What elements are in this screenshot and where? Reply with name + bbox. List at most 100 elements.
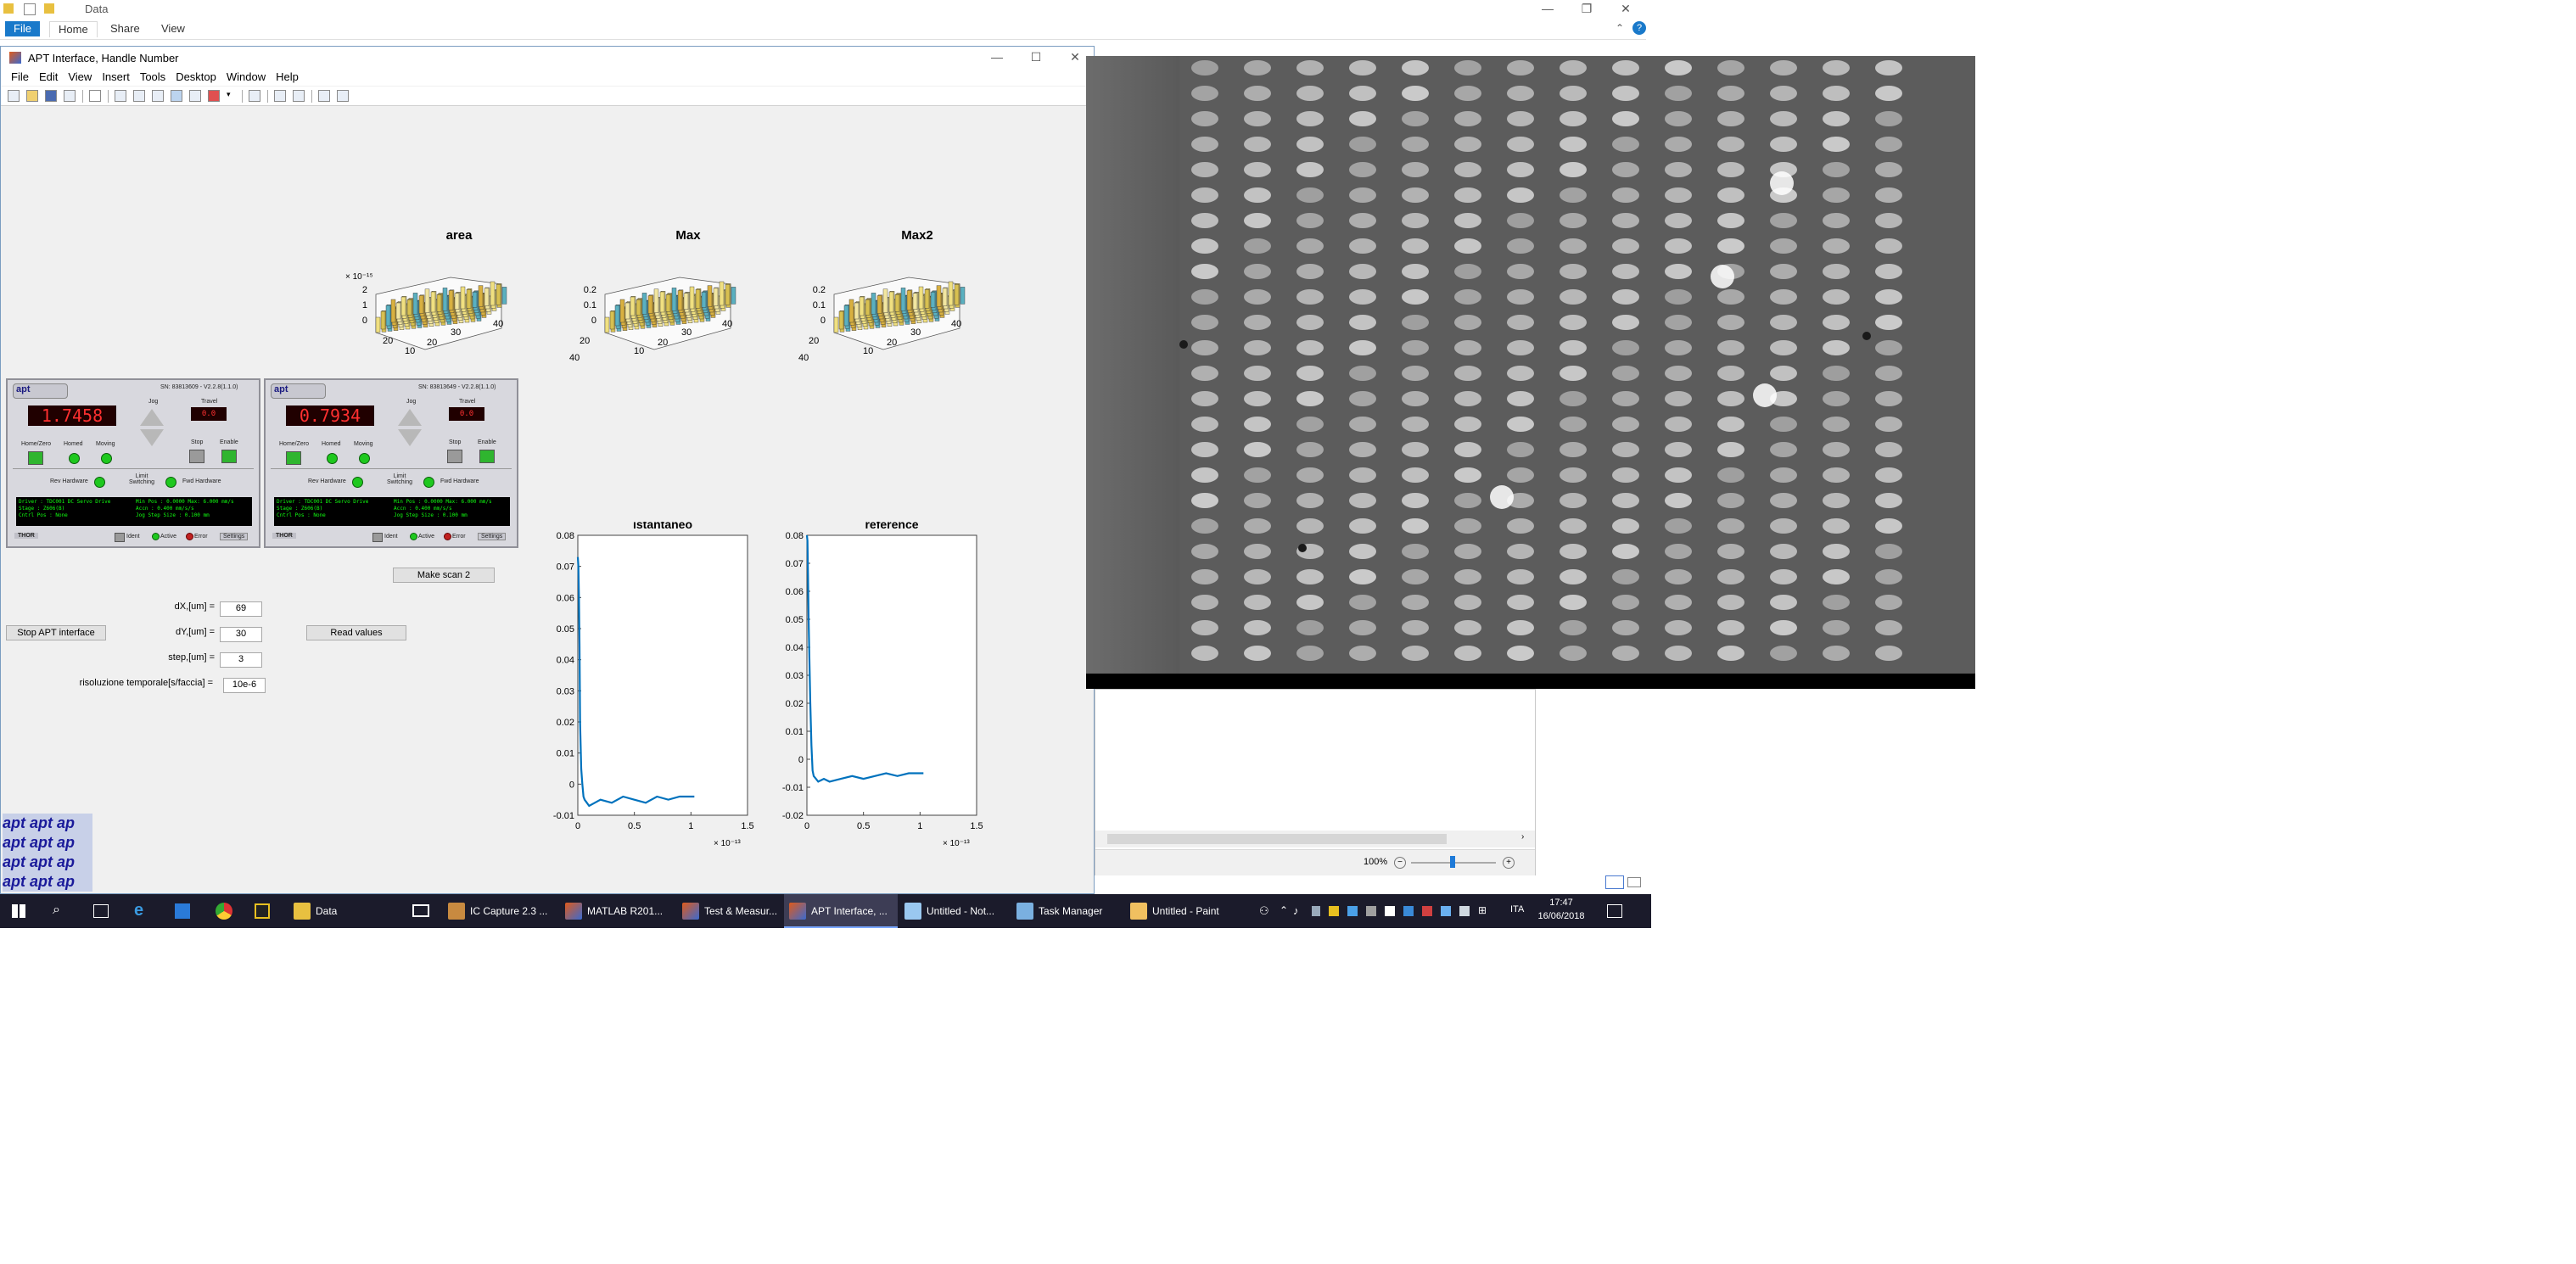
- zoom-out-icon[interactable]: −: [1394, 857, 1406, 869]
- taskbar-item-ic-capture[interactable]: IC Capture 2.3 ...: [443, 894, 557, 928]
- jog-down-icon[interactable]: [140, 429, 164, 446]
- action-center-icon[interactable]: [1607, 904, 1622, 918]
- close-icon[interactable]: ✕: [1616, 2, 1636, 16]
- search-icon[interactable]: ⌕: [53, 903, 60, 918]
- task-view-icon[interactable]: [93, 904, 109, 918]
- new-figure-icon[interactable]: [8, 90, 20, 102]
- open-file-icon[interactable]: [26, 90, 38, 102]
- chrome-icon[interactable]: [216, 903, 232, 920]
- edit-plot-icon[interactable]: [89, 90, 101, 102]
- clock-date[interactable]: 16/06/2018: [1536, 911, 1587, 921]
- tray-icon-9[interactable]: [1459, 906, 1470, 916]
- scroll-right-icon[interactable]: ›: [1521, 832, 1524, 842]
- edge-icon[interactable]: e: [134, 901, 143, 920]
- menu-help[interactable]: Help: [271, 69, 304, 86]
- taskbar-item-data[interactable]: Data: [288, 894, 390, 928]
- clock-time[interactable]: 17:47: [1536, 898, 1587, 908]
- taskbar-item-test-measurement[interactable]: Test & Measur...: [677, 894, 791, 928]
- taskbar-item-apt-interface[interactable]: APT Interface, ...: [784, 894, 898, 928]
- network-icon[interactable]: ⊞: [1478, 904, 1487, 916]
- jog-down-icon[interactable]: [398, 429, 422, 446]
- stop-button[interactable]: [189, 450, 204, 463]
- save-icon[interactable]: [45, 90, 57, 102]
- menu-tools[interactable]: Tools: [135, 69, 171, 86]
- enable-button[interactable]: [479, 450, 495, 463]
- paint-hscrollbar[interactable]: ›: [1095, 831, 1535, 847]
- read-values-button[interactable]: Read values: [306, 625, 406, 640]
- tray-icon-3[interactable]: [1347, 906, 1358, 916]
- brush-icon[interactable]: [208, 90, 220, 102]
- help-icon[interactable]: ?: [1632, 21, 1646, 35]
- enable-button[interactable]: [221, 450, 237, 463]
- tab-share[interactable]: Share: [102, 21, 148, 36]
- jog-up-icon[interactable]: [140, 409, 164, 426]
- taskbar-item-notepad[interactable]: Untitled - Not...: [899, 894, 1013, 928]
- pan-icon[interactable]: [152, 90, 164, 102]
- new-folder-icon[interactable]: [44, 3, 54, 14]
- insert-colorbar-icon[interactable]: [274, 90, 286, 102]
- dy-input[interactable]: 30: [220, 627, 262, 642]
- menu-file[interactable]: File: [6, 69, 34, 86]
- menu-window[interactable]: Window: [221, 69, 271, 86]
- people-icon[interactable]: ⚇: [1259, 904, 1269, 918]
- language-indicator[interactable]: ITA: [1510, 904, 1524, 914]
- rotate-3d-icon[interactable]: [171, 90, 182, 102]
- mail-icon[interactable]: [412, 904, 429, 917]
- zoom-out-icon[interactable]: [133, 90, 145, 102]
- print-icon[interactable]: [64, 90, 76, 102]
- tray-icon-5[interactable]: [1385, 906, 1395, 916]
- dx-input[interactable]: 69: [220, 601, 262, 617]
- home-zero-button[interactable]: [286, 451, 301, 465]
- link-plot-icon[interactable]: [249, 90, 260, 102]
- start-icon[interactable]: [12, 904, 25, 918]
- image-spot: [1454, 213, 1481, 228]
- tab-view[interactable]: View: [153, 21, 193, 36]
- tray-chevron-icon[interactable]: ⌃: [1280, 904, 1288, 916]
- zoom-slider-thumb[interactable]: [1450, 856, 1455, 868]
- taskbar-item-paint[interactable]: Untitled - Paint: [1125, 894, 1244, 928]
- stop-button[interactable]: [447, 450, 462, 463]
- restore-icon[interactable]: ❐: [1576, 2, 1597, 16]
- menu-desktop[interactable]: Desktop: [171, 69, 221, 86]
- view-details-icon[interactable]: [1605, 875, 1624, 889]
- taskbar-item-matlab[interactable]: MATLAB R201...: [560, 894, 674, 928]
- properties-icon[interactable]: [24, 3, 36, 15]
- zoom-in-icon[interactable]: +: [1503, 857, 1515, 869]
- view-large-icons-icon[interactable]: [1627, 877, 1641, 887]
- menu-view[interactable]: View: [63, 69, 97, 86]
- tray-icon-8[interactable]: [1441, 906, 1451, 916]
- volume-icon[interactable]: ♪: [1293, 904, 1299, 917]
- taskbar-item-task-manager[interactable]: Task Manager: [1011, 894, 1125, 928]
- tray-icon-6[interactable]: [1403, 906, 1414, 916]
- data-cursor-icon[interactable]: [189, 90, 201, 102]
- tray-icon-1[interactable]: [1312, 906, 1320, 916]
- stop-apt-button[interactable]: Stop APT interface: [6, 625, 106, 640]
- apt-settings-button[interactable]: Settings: [478, 533, 507, 540]
- zoom-in-icon[interactable]: [115, 90, 126, 102]
- figure-close-icon[interactable]: ✕: [1065, 50, 1085, 64]
- step-input[interactable]: 3: [220, 652, 262, 668]
- insert-legend-icon[interactable]: [293, 90, 305, 102]
- tab-file[interactable]: File: [5, 21, 40, 36]
- menu-insert[interactable]: Insert: [97, 69, 135, 86]
- scrollbar-thumb[interactable]: [1107, 834, 1447, 844]
- show-plot-tools-icon[interactable]: [337, 90, 349, 102]
- figure-minimize-icon[interactable]: —: [987, 50, 1007, 64]
- hide-plot-tools-icon[interactable]: [318, 90, 330, 102]
- ribbon-collapse-icon[interactable]: ⌃: [1616, 22, 1624, 34]
- tray-icon-2[interactable]: [1329, 906, 1339, 916]
- tray-icon-4[interactable]: [1366, 906, 1376, 916]
- menu-edit[interactable]: Edit: [34, 69, 63, 86]
- home-zero-button[interactable]: [28, 451, 43, 465]
- app-icon[interactable]: [255, 903, 270, 919]
- tab-home[interactable]: Home: [49, 21, 98, 37]
- jog-up-icon[interactable]: [398, 409, 422, 426]
- time-resolution-input[interactable]: 10e-6: [223, 678, 266, 693]
- store-icon[interactable]: [175, 903, 190, 919]
- brush-dropdown-icon[interactable]: ▾: [227, 90, 235, 102]
- apt-settings-button[interactable]: Settings: [220, 533, 249, 540]
- minimize-icon[interactable]: —: [1537, 2, 1558, 15]
- make-scan-button[interactable]: Make scan 2: [393, 568, 495, 583]
- figure-maximize-icon[interactable]: ☐: [1026, 50, 1046, 64]
- tray-icon-7[interactable]: [1422, 906, 1432, 916]
